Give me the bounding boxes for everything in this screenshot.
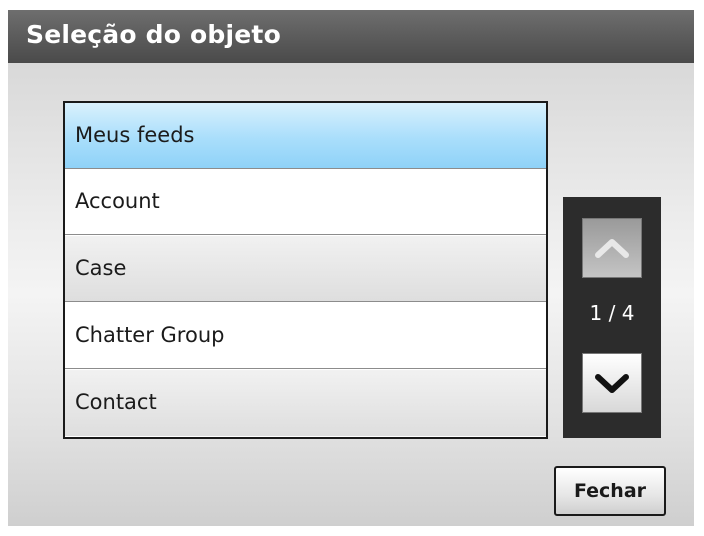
list-item-label: Meus feeds bbox=[75, 123, 195, 147]
list-item-label: Case bbox=[75, 256, 127, 280]
list-item-contact[interactable]: Contact bbox=[65, 370, 546, 436]
close-button[interactable]: Fechar bbox=[554, 466, 666, 516]
list-item-label: Account bbox=[75, 189, 160, 213]
list-item-case[interactable]: Case bbox=[65, 236, 546, 302]
page-navigator: 1 / 4 bbox=[563, 197, 661, 438]
page-up-button[interactable] bbox=[582, 218, 642, 278]
object-selection-dialog: Seleção do objeto Meus feeds Account Cas… bbox=[8, 10, 694, 526]
page-down-button[interactable] bbox=[582, 353, 642, 413]
list-item-meus-feeds[interactable]: Meus feeds bbox=[65, 103, 546, 169]
dialog-title: Seleção do objeto bbox=[26, 20, 281, 49]
list-item-chatter-group[interactable]: Chatter Group bbox=[65, 303, 546, 369]
chevron-up-icon bbox=[595, 239, 629, 258]
chevron-down-icon bbox=[595, 374, 629, 393]
list-item-label: Chatter Group bbox=[75, 323, 225, 347]
title-bar: Seleção do objeto bbox=[8, 10, 694, 63]
page-indicator: 1 / 4 bbox=[589, 301, 635, 325]
object-list: Meus feeds Account Case Chatter Group Co… bbox=[63, 101, 548, 439]
list-item-label: Contact bbox=[75, 390, 157, 414]
list-item-account[interactable]: Account bbox=[65, 169, 546, 235]
